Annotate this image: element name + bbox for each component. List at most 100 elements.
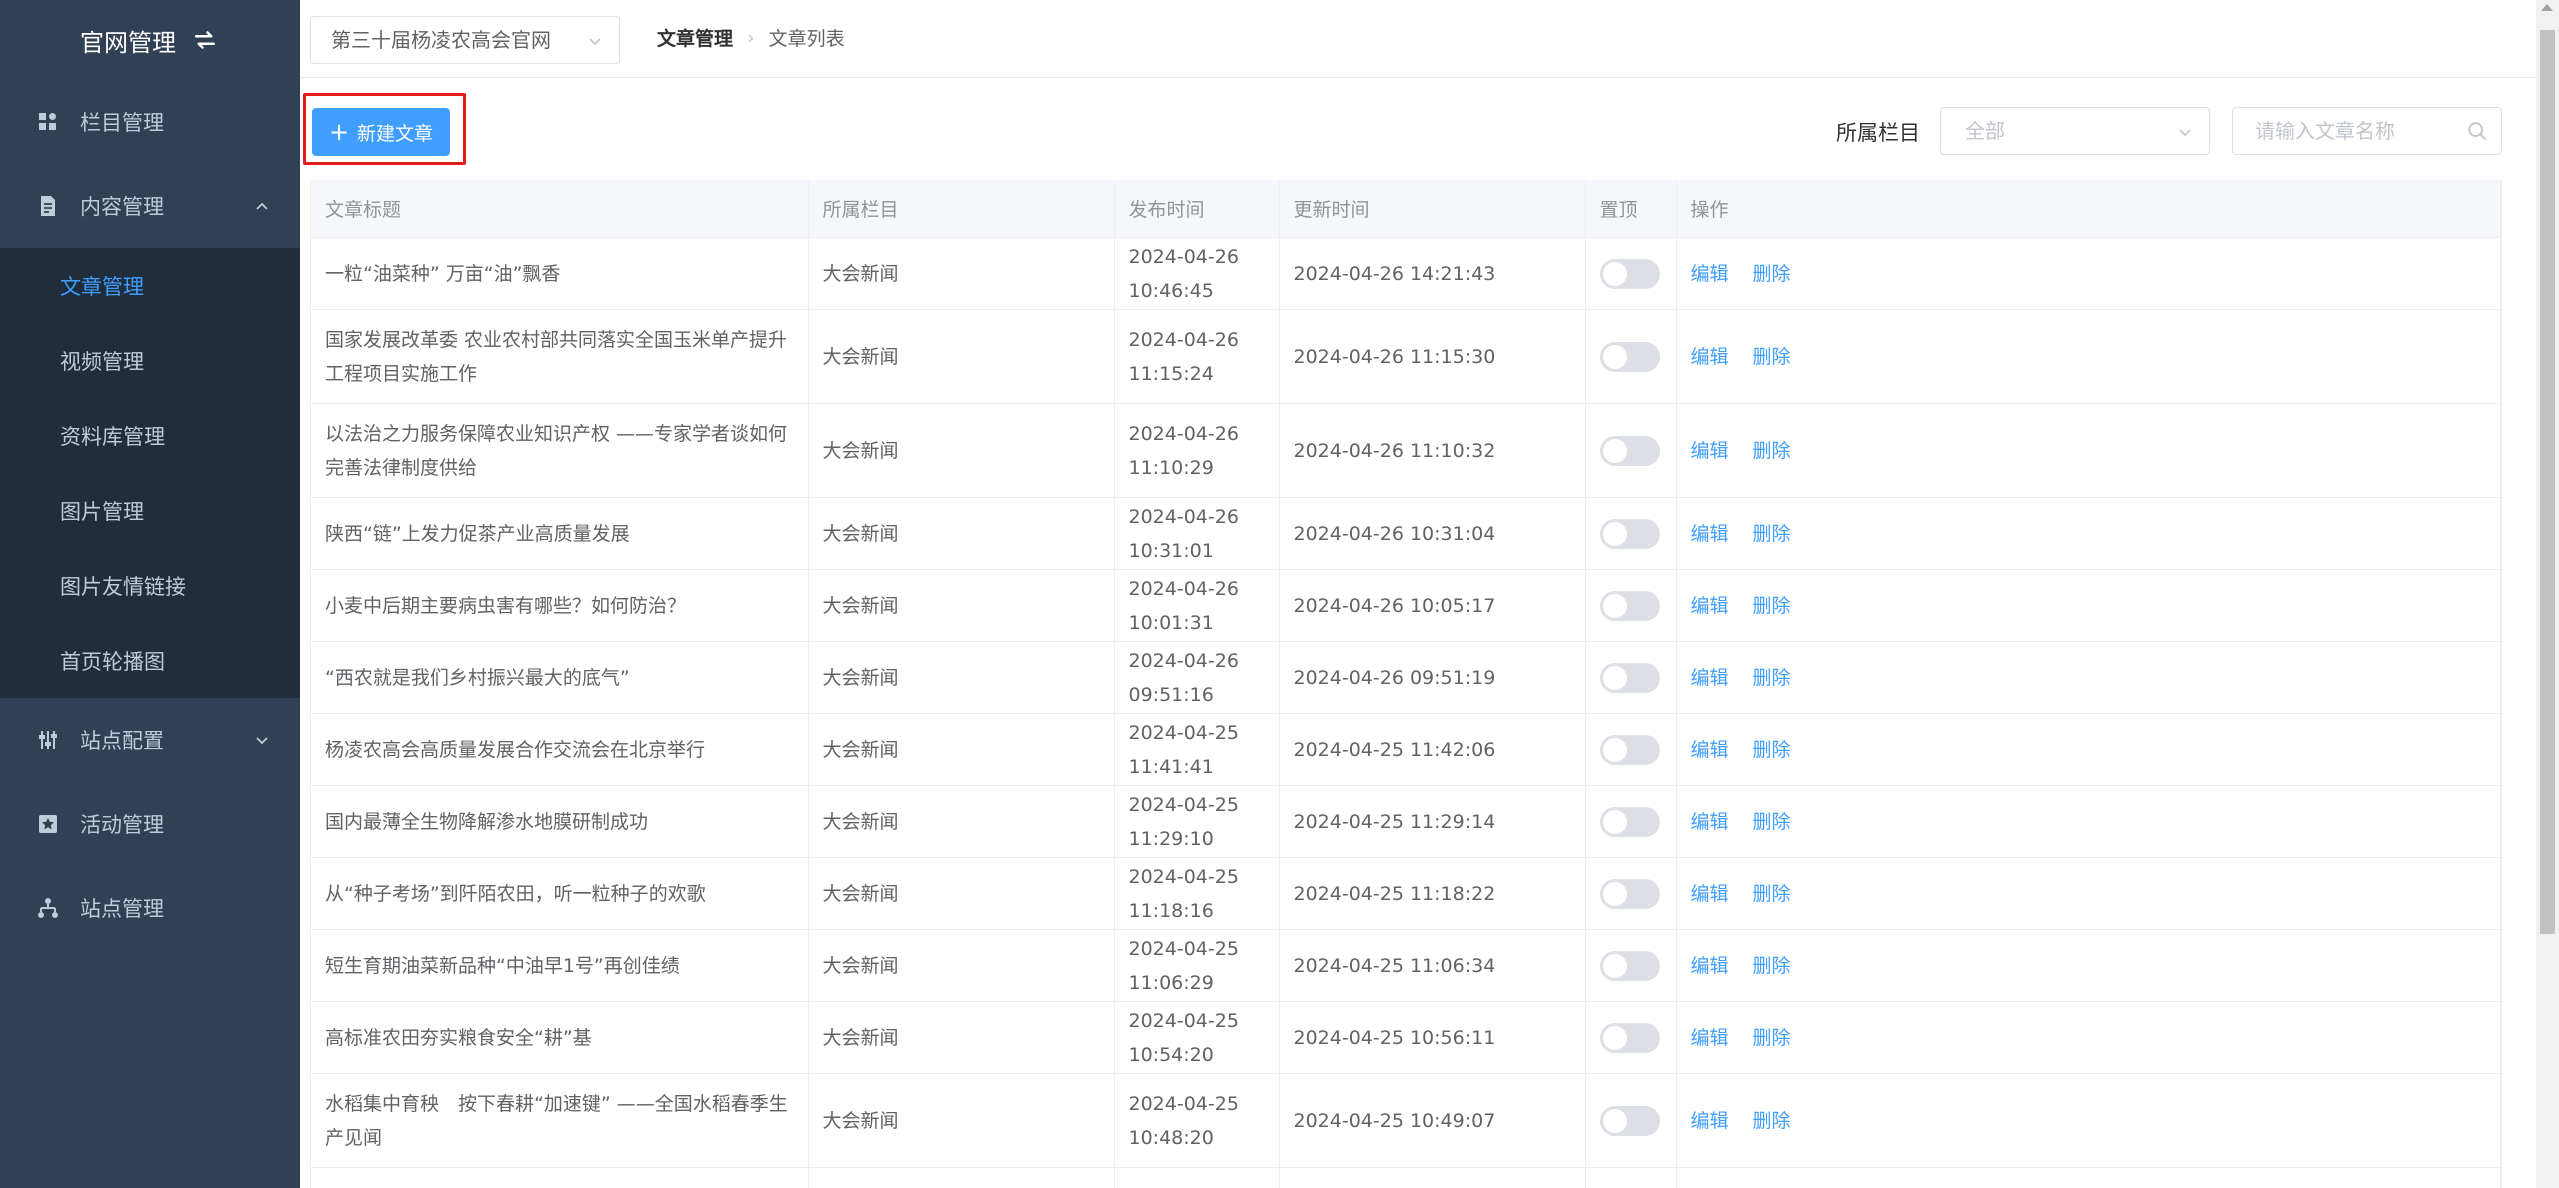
edit-link[interactable]: 编辑: [1691, 955, 1729, 977]
pin-toggle[interactable]: [1599, 519, 1660, 549]
pin-toggle[interactable]: [1599, 259, 1660, 289]
edit-link[interactable]: 编辑: [1691, 440, 1729, 462]
cell-actions: 编辑 删除: [1676, 497, 2501, 570]
table-row: 一粒“油菜种” 万亩“油”飘香 大会新闻 2024-04-26 10:46:45…: [311, 237, 2501, 310]
delete-link[interactable]: 删除: [1753, 523, 1791, 545]
sidebar-item-columns[interactable]: 栏目管理: [0, 80, 300, 164]
delete-link[interactable]: 删除: [1753, 667, 1791, 689]
switch-icon[interactable]: [190, 25, 220, 55]
site-select[interactable]: 第三十届杨凌农高会官网: [310, 16, 620, 64]
cell-updated: 2024-04-25 11:29:14: [1279, 785, 1586, 858]
cell-title: 一粒“油菜种” 万亩“油”飘香: [311, 237, 809, 310]
cell-pin: [1585, 641, 1677, 714]
sidebar-item-image-links[interactable]: 图片友情链接: [0, 548, 300, 623]
delete-link[interactable]: 删除: [1753, 1110, 1791, 1132]
cell-published: 2024-04-25 11:29:10: [1114, 785, 1280, 858]
edit-link[interactable]: 编辑: [1691, 263, 1729, 285]
search-input[interactable]: [2232, 107, 2502, 155]
sidebar-item-content[interactable]: 内容管理: [0, 164, 300, 248]
sidebar-item-label: 活动管理: [80, 813, 164, 837]
cell-pin: [1585, 929, 1677, 1002]
cell-actions: 编辑 删除: [1676, 1001, 2501, 1074]
sidebar-item-articles[interactable]: 文章管理: [0, 248, 300, 323]
cell-actions: 编辑 删除: [1676, 929, 2501, 1002]
breadcrumb-item[interactable]: 文章管理: [657, 24, 733, 51]
pin-toggle[interactable]: [1599, 735, 1660, 765]
delete-link[interactable]: 删除: [1753, 883, 1791, 905]
cell-title: “西农就是我们乡村振兴最大的底气”: [311, 641, 809, 714]
chevron-down-icon: [2179, 129, 2191, 137]
cell-published: 2024-04-25 11:06:29: [1114, 929, 1280, 1002]
cell-title: 以法治之力服务保障农业知识产权 ——专家学者谈如何完善法律制度供给: [311, 403, 809, 498]
table-row: 杨凌农高会高质量发展合作交流会在北京举行 大会新闻 2024-04-25 11:…: [311, 713, 2501, 786]
pin-toggle[interactable]: [1599, 951, 1660, 981]
scrollbar-thumb[interactable]: [2540, 30, 2555, 934]
delete-link[interactable]: 删除: [1753, 739, 1791, 761]
cell-pin: [1585, 237, 1677, 310]
table-row: 以法治之力服务保障农业知识产权 ——专家学者谈如何完善法律制度供给 大会新闻 2…: [311, 403, 2501, 498]
cell-actions: [1676, 1167, 2501, 1188]
pin-toggle[interactable]: [1599, 436, 1660, 466]
edit-link[interactable]: 编辑: [1691, 346, 1729, 368]
edit-link[interactable]: 编辑: [1691, 1110, 1729, 1132]
sidebar-item-events[interactable]: 活动管理: [0, 782, 300, 866]
column-header-published: 发布时间: [1114, 180, 1280, 238]
edit-link[interactable]: 编辑: [1691, 667, 1729, 689]
pin-toggle[interactable]: [1599, 1106, 1660, 1136]
sidebar-item-images[interactable]: 图片管理: [0, 473, 300, 548]
table-row: 从“种子考场”到阡陌农田，听一粒种子的欢歌 大会新闻 2024-04-25 11…: [311, 857, 2501, 930]
delete-link[interactable]: 删除: [1753, 346, 1791, 368]
category-select[interactable]: 全部: [1940, 107, 2210, 155]
search-icon[interactable]: [2466, 120, 2488, 142]
edit-link[interactable]: 编辑: [1691, 739, 1729, 761]
pin-toggle[interactable]: [1599, 591, 1660, 621]
cell-title: 国内最薄全生物降解渗水地膜研制成功: [311, 785, 809, 858]
new-article-button[interactable]: + 新建文章: [312, 108, 450, 156]
sidebar-item-sites[interactable]: 站点管理: [0, 866, 300, 950]
edit-link[interactable]: 编辑: [1691, 1027, 1729, 1049]
edit-link[interactable]: 编辑: [1691, 523, 1729, 545]
cell-pin: [1585, 713, 1677, 786]
top-bar: 第三十届杨凌农高会官网 文章管理 › 文章列表: [300, 0, 2536, 78]
cell-title: 小麦中后期主要病虫害有哪些？如何防治？: [311, 569, 809, 642]
sidebar-item-videos[interactable]: 视频管理: [0, 323, 300, 398]
cell-title: [311, 1167, 809, 1188]
cell-actions: 编辑 删除: [1676, 857, 2501, 930]
pin-toggle[interactable]: [1599, 342, 1660, 372]
delete-link[interactable]: 删除: [1753, 1027, 1791, 1049]
cell-pin: [1585, 1073, 1677, 1168]
table-row: 国内最薄全生物降解渗水地膜研制成功 大会新闻 2024-04-25 11:29:…: [311, 785, 2501, 858]
sidebar-item-library[interactable]: 资料库管理: [0, 398, 300, 473]
pin-toggle[interactable]: [1599, 807, 1660, 837]
cell-published: 2024-04-25 11:18:16: [1114, 857, 1280, 930]
category-select-value: 全部: [1965, 119, 2005, 143]
edit-link[interactable]: 编辑: [1691, 883, 1729, 905]
cell-updated: 2024-04-26 09:51:19: [1279, 641, 1586, 714]
delete-link[interactable]: 删除: [1753, 440, 1791, 462]
pin-toggle[interactable]: [1599, 879, 1660, 909]
table-row: 国家发展改革委 农业农村部共同落实全国玉米单产提升工程项目实施工作 大会新闻 2…: [311, 309, 2501, 404]
edit-link[interactable]: 编辑: [1691, 811, 1729, 833]
delete-link[interactable]: 删除: [1753, 595, 1791, 617]
cell-actions: 编辑 删除: [1676, 403, 2501, 498]
pin-toggle[interactable]: [1599, 1023, 1660, 1053]
delete-link[interactable]: 删除: [1753, 263, 1791, 285]
column-header-pin: 置顶: [1585, 180, 1677, 238]
cell-title: 短生育期油菜新品种“中油早1号”再创佳绩: [311, 929, 809, 1002]
table-row: 水稻集中育秧 按下春耕“加速键” ——全国水稻春季生产见闻 大会新闻 2024-…: [311, 1073, 2501, 1168]
cell-pin: [1585, 1167, 1677, 1188]
delete-link[interactable]: 删除: [1753, 811, 1791, 833]
sidebar-item-carousel[interactable]: 首页轮播图: [0, 623, 300, 698]
cell-published: 2024-04-25 11:41:41: [1114, 713, 1280, 786]
cell-updated: 2024-04-25 10:56:11: [1279, 1001, 1586, 1074]
cell-updated: 2024-04-25 11:06:34: [1279, 929, 1586, 1002]
cell-category: 大会新闻: [808, 403, 1115, 498]
edit-link[interactable]: 编辑: [1691, 595, 1729, 617]
cell-published: 2024-04-25 10:54:20: [1114, 1001, 1280, 1074]
pin-toggle[interactable]: [1599, 663, 1660, 693]
scroll-up-icon[interactable]: [2541, 4, 2553, 11]
app-logo: 官网管理: [0, 0, 300, 80]
delete-link[interactable]: 删除: [1753, 955, 1791, 977]
sidebar-item-site-config[interactable]: 站点配置: [0, 698, 300, 782]
table-row: 高标准农田夯实粮食安全“耕”基 大会新闻 2024-04-25 10:54:20…: [311, 1001, 2501, 1074]
